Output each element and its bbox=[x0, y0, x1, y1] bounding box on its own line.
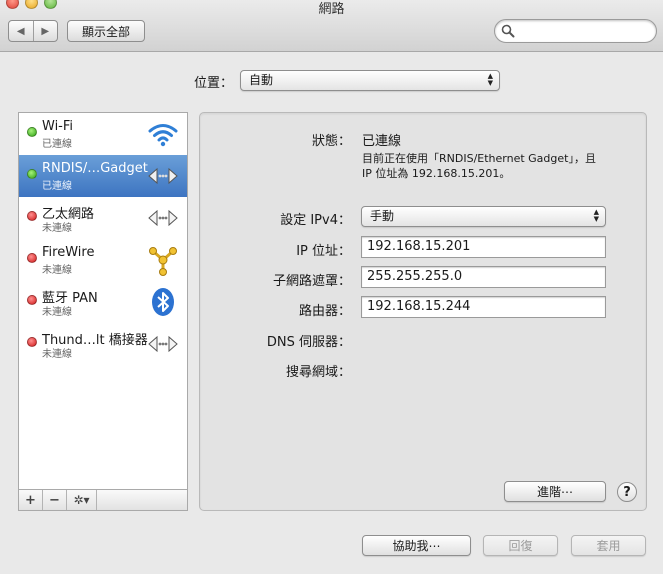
service-name: FireWire bbox=[42, 245, 95, 260]
status-value: 已連線 bbox=[362, 134, 402, 149]
add-service-button[interactable]: + bbox=[19, 490, 43, 510]
ip-address-field[interactable]: 192.168.15.201 bbox=[361, 236, 606, 258]
router-label: 路由器： bbox=[298, 304, 351, 319]
service-item-ethernet[interactable]: 乙太網路 未連線 bbox=[19, 197, 187, 239]
status-description-line2: IP 位址為 192.168.15.201。 bbox=[362, 167, 511, 180]
firewire-icon bbox=[149, 247, 177, 276]
status-label: 狀態： bbox=[311, 134, 351, 149]
location-value: 自動 bbox=[249, 73, 274, 87]
apply-button[interactable]: 套用 bbox=[571, 535, 646, 556]
dns-server-label: DNS 伺服器： bbox=[266, 335, 351, 350]
service-status: 未連線 bbox=[42, 223, 72, 234]
service-status: 已連線 bbox=[42, 181, 72, 192]
service-item-wifi[interactable]: Wi-Fi 已連線 bbox=[19, 113, 187, 155]
ip-address-label: IP 位址： bbox=[296, 244, 351, 259]
remove-service-button[interactable]: − bbox=[43, 490, 67, 510]
configure-ipv4-popup[interactable]: 手動 ▲ ▼ bbox=[361, 206, 606, 227]
search-domains-label: 搜尋網域： bbox=[285, 365, 351, 380]
search-field[interactable] bbox=[494, 19, 657, 43]
service-item-thunderbolt-bridge[interactable]: Thund…lt 橋接器 未連線 bbox=[19, 323, 187, 365]
service-item-bluetooth-pan[interactable]: 藍牙 PAN 未連線 bbox=[19, 281, 187, 323]
popup-arrows-icon: ▲ ▼ bbox=[487, 72, 493, 87]
configure-ipv4-label: 設定 IPv4： bbox=[280, 213, 351, 228]
search-icon bbox=[501, 24, 515, 38]
subnet-mask-label: 子網路遮罩： bbox=[272, 274, 351, 289]
status-dot bbox=[27, 211, 37, 221]
service-item-rndis[interactable]: RNDIS/…Gadget 已連線 bbox=[19, 155, 187, 197]
search-input[interactable] bbox=[519, 23, 649, 39]
help-button[interactable]: ? bbox=[617, 482, 637, 502]
service-name: RNDIS/…Gadget bbox=[42, 161, 148, 176]
service-status: 已連線 bbox=[42, 139, 72, 150]
location-label: 位置： bbox=[194, 76, 234, 91]
location-popup[interactable]: 自動 ▲ ▼ bbox=[240, 70, 500, 91]
status-dot bbox=[27, 253, 37, 263]
status-description-line1: 目前正在使用「RNDIS/Ethernet Gadget」，且 bbox=[362, 152, 596, 165]
ethernet-arrows-icon bbox=[148, 335, 178, 353]
service-status: 未連線 bbox=[42, 265, 72, 276]
status-dot bbox=[27, 337, 37, 347]
show-all-button[interactable]: 顯示全部 bbox=[67, 20, 145, 42]
ethernet-arrows-icon bbox=[148, 209, 178, 227]
popup-arrows-icon: ▲ ▼ bbox=[593, 208, 599, 223]
service-list: Wi-Fi 已連線 RNDIS/…Gadget 已連線 乙太網路 未連線 Fir… bbox=[18, 112, 188, 490]
subnet-mask-field[interactable]: 255.255.255.0 bbox=[361, 266, 606, 288]
router-field[interactable]: 192.168.15.244 bbox=[361, 296, 606, 318]
status-dot bbox=[27, 295, 37, 305]
ethernet-arrows-icon bbox=[148, 167, 178, 185]
back-forward-group: ◀ ▶ bbox=[8, 20, 58, 42]
service-name: Wi-Fi bbox=[42, 119, 74, 134]
service-list-actions: + − ✲▾ bbox=[18, 489, 188, 511]
advanced-button[interactable]: 進階⋯ bbox=[504, 481, 606, 502]
gear-menu-button[interactable]: ✲▾ bbox=[67, 490, 97, 510]
status-dot bbox=[27, 127, 37, 137]
status-dot bbox=[27, 169, 37, 179]
forward-button[interactable]: ▶ bbox=[32, 21, 58, 41]
window-title: 網路 bbox=[318, 2, 345, 17]
service-status: 未連線 bbox=[42, 349, 72, 360]
bluetooth-icon bbox=[152, 288, 174, 316]
wifi-icon bbox=[148, 124, 178, 147]
service-status: 未連線 bbox=[42, 307, 72, 318]
back-button[interactable]: ◀ bbox=[9, 21, 33, 41]
revert-button[interactable]: 回復 bbox=[483, 535, 558, 556]
title-bar: 網路 ◀ ▶ 顯示全部 bbox=[0, 0, 663, 52]
assist-me-button[interactable]: 協助我⋯ bbox=[362, 535, 471, 556]
service-item-firewire[interactable]: FireWire 未連線 bbox=[19, 239, 187, 281]
configure-ipv4-value: 手動 bbox=[370, 209, 395, 223]
